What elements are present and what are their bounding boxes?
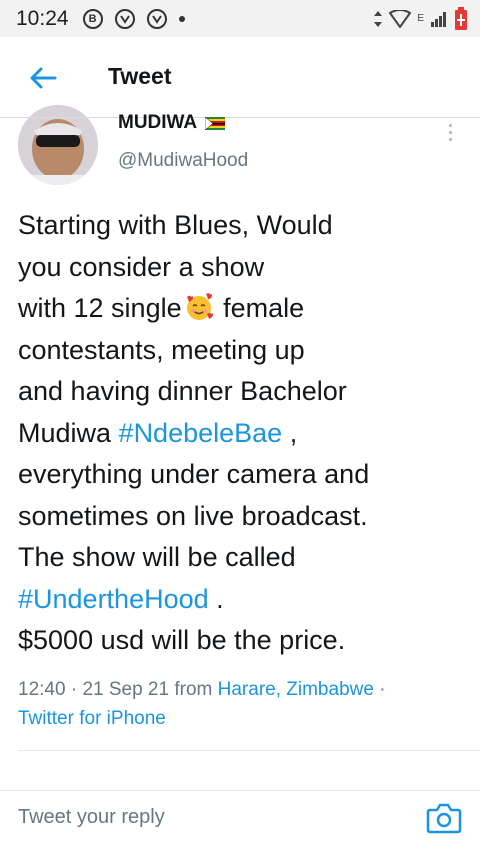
more-options-icon[interactable] [444,124,456,144]
hashtag-link[interactable]: #NdebeleBae [119,418,283,448]
zimbabwe-flag-icon [205,116,226,130]
signal-icon [431,11,446,27]
tweet-source-link[interactable]: Twitter for iPhone [18,708,166,729]
smiling-face-with-hearts-icon [186,293,213,320]
display-name-row[interactable]: MUDIWA [118,112,226,134]
more-notifications-dot [178,15,185,22]
tweet-time: 12:40 [18,679,66,700]
status-time: 10:24 [16,6,69,30]
page-title: Tweet [108,63,172,89]
tweet-line: you consider a show [18,251,265,282]
tweet-line: $5000 usd will be the price. [18,625,346,655]
tweet-line: everything under camera and [18,459,370,489]
tweet-line: The show will be called [18,542,296,572]
tweet-line: and having dinner Bachelor [18,376,347,406]
status-system-icons: E [373,6,468,31]
tweet-line: sometimes on live broadcast. [18,500,368,531]
hashtag-link[interactable]: #UndertheHood [18,584,209,614]
app-icon [146,8,167,29]
tweet-meta: 12:40 · 21 Sep 21 from Harare, Zimbabwe … [18,679,386,729]
back-arrow-icon[interactable] [28,63,58,93]
user-handle[interactable]: @MudiwaHood [118,150,248,172]
tweet-line: Mudiwa #NdebeleBae , [18,417,298,448]
tweet-text: Starting with Blues, Would you consider … [18,205,468,662]
app-icon [114,8,135,29]
battery-icon [455,6,467,30]
header-divider [0,117,480,118]
tweet-line: Starting with Blues, Would [18,210,333,240]
wifi-icon [389,9,412,28]
reply-input[interactable]: Tweet your reply [18,806,165,829]
tweet-line: #UndertheHood . [18,583,224,614]
data-arrows-icon [374,10,383,27]
app-header: Tweet [0,37,480,118]
tweet-location-link[interactable]: Harare, Zimbabwe [218,679,374,700]
b-icon: B [82,8,103,29]
tweet-date: 21 Sep 21 [82,679,170,700]
display-name[interactable]: MUDIWA [118,112,197,134]
divider [18,750,480,751]
status-notification-icons: B [82,8,185,29]
tweet-line: with 12 single female [18,293,305,323]
network-type: E [417,13,424,24]
camera-icon[interactable] [426,801,462,835]
tweet-line: contestants, meeting up [18,334,305,365]
reply-bar: Tweet your reply [0,790,480,854]
status-bar: 10:24 B E [0,0,480,37]
